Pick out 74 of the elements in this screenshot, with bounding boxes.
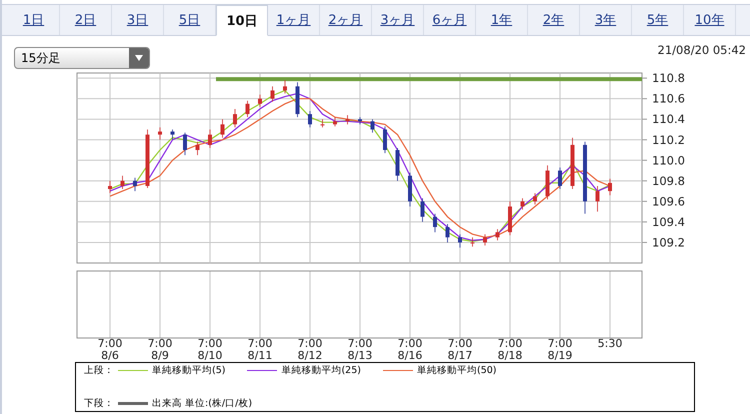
legend-text: 単純移動平均(25) xyxy=(281,364,361,377)
candlestick xyxy=(258,94,262,108)
period-tab[interactable]: 10日 xyxy=(216,5,268,36)
period-tab[interactable]: 10年 xyxy=(684,5,736,35)
candlestick xyxy=(133,177,137,192)
y-axis-label: 109.2 xyxy=(652,235,685,250)
period-tab[interactable]: 3年 xyxy=(580,5,632,35)
period-tab[interactable]: 1ヶ月 xyxy=(268,5,320,35)
candlestick xyxy=(196,141,200,156)
candlestick xyxy=(596,186,600,212)
caret-icon xyxy=(129,48,149,68)
period-tab[interactable]: 1日 xyxy=(8,5,60,35)
y-axis-label: 110.4 xyxy=(652,112,685,126)
x-axis-label: 7:00 8/6 xyxy=(98,337,122,362)
x-axis-label: 7:00 8/12 xyxy=(298,337,322,362)
period-tab[interactable]: 6ヶ月 xyxy=(424,5,476,35)
candlestick xyxy=(433,213,437,233)
y-axis-label: 109.8 xyxy=(652,174,685,188)
timestamp: 21/08/20 05:42 xyxy=(658,43,746,57)
period-tab[interactable]: 1年 xyxy=(476,5,528,35)
candlestick xyxy=(608,178,612,196)
x-axis-label: 7:00 8/10 xyxy=(198,337,222,362)
candlestick xyxy=(183,132,187,156)
period-tab[interactable]: 3ヶ月 xyxy=(372,5,424,35)
period-tab[interactable]: 3日 xyxy=(112,5,164,35)
candlestick xyxy=(320,118,324,128)
legend-label: 上段： xyxy=(84,364,114,377)
candlestick xyxy=(108,180,112,194)
candlestick xyxy=(170,129,174,140)
candlestick xyxy=(446,224,450,243)
candlestick xyxy=(308,110,312,128)
candlestick xyxy=(346,114,350,125)
candlestick xyxy=(233,108,237,128)
interval-dropdown[interactable]: 15分足 xyxy=(14,47,150,69)
candlestick xyxy=(283,80,287,94)
legend-label: 下段： xyxy=(84,397,114,410)
candlestick xyxy=(220,118,224,138)
candlestick xyxy=(558,167,562,190)
y-axis-label: 110.6 xyxy=(652,92,685,106)
candlestick xyxy=(470,236,474,247)
candlestick xyxy=(120,175,124,190)
y-axis-label: 109.6 xyxy=(652,194,685,208)
candlestick xyxy=(333,116,337,127)
candlestick xyxy=(370,118,374,133)
y-axis-label: 110.0 xyxy=(652,153,685,168)
y-axis-label: 109.4 xyxy=(652,214,685,229)
y-axis-label: 110.2 xyxy=(652,132,685,147)
candlestick xyxy=(420,198,424,222)
x-axis-label: 7:00 8/11 xyxy=(248,337,272,362)
x-axis-label: 5:30 xyxy=(598,337,622,350)
x-axis-label: 7:00 8/17 xyxy=(448,337,472,362)
x-axis-label: 7:00 8/16 xyxy=(398,337,422,362)
candlestick xyxy=(246,100,250,118)
candlestick xyxy=(483,234,487,246)
candlestick xyxy=(270,86,274,102)
x-axis-label: 7:00 8/18 xyxy=(498,337,522,362)
period-tab[interactable]: 2ヶ月 xyxy=(320,5,372,35)
x-axis-label: 7:00 8/13 xyxy=(348,337,372,362)
candlestick xyxy=(520,198,524,210)
legend-text: 単純移動平均(5) xyxy=(152,364,226,377)
candlestick xyxy=(158,127,162,140)
candlestick xyxy=(458,234,462,248)
y-axis-label: 110.8 xyxy=(652,71,685,86)
period-tab[interactable]: 2年 xyxy=(528,5,580,35)
candlestick xyxy=(208,129,212,148)
legend-text: 出来高 単位:(株/口/枚) xyxy=(152,397,252,410)
x-axis-label: 7:00 8/19 xyxy=(548,337,572,362)
x-axis-label: 7:00 8/9 xyxy=(148,337,172,362)
candlestick xyxy=(383,126,387,154)
candlestick xyxy=(533,192,537,205)
period-tab[interactable]: 5年 xyxy=(632,5,684,35)
candlestick xyxy=(496,228,500,241)
period-tab[interactable]: 2日 xyxy=(60,5,112,35)
legend-text: 単純移動平均(50) xyxy=(416,364,496,377)
